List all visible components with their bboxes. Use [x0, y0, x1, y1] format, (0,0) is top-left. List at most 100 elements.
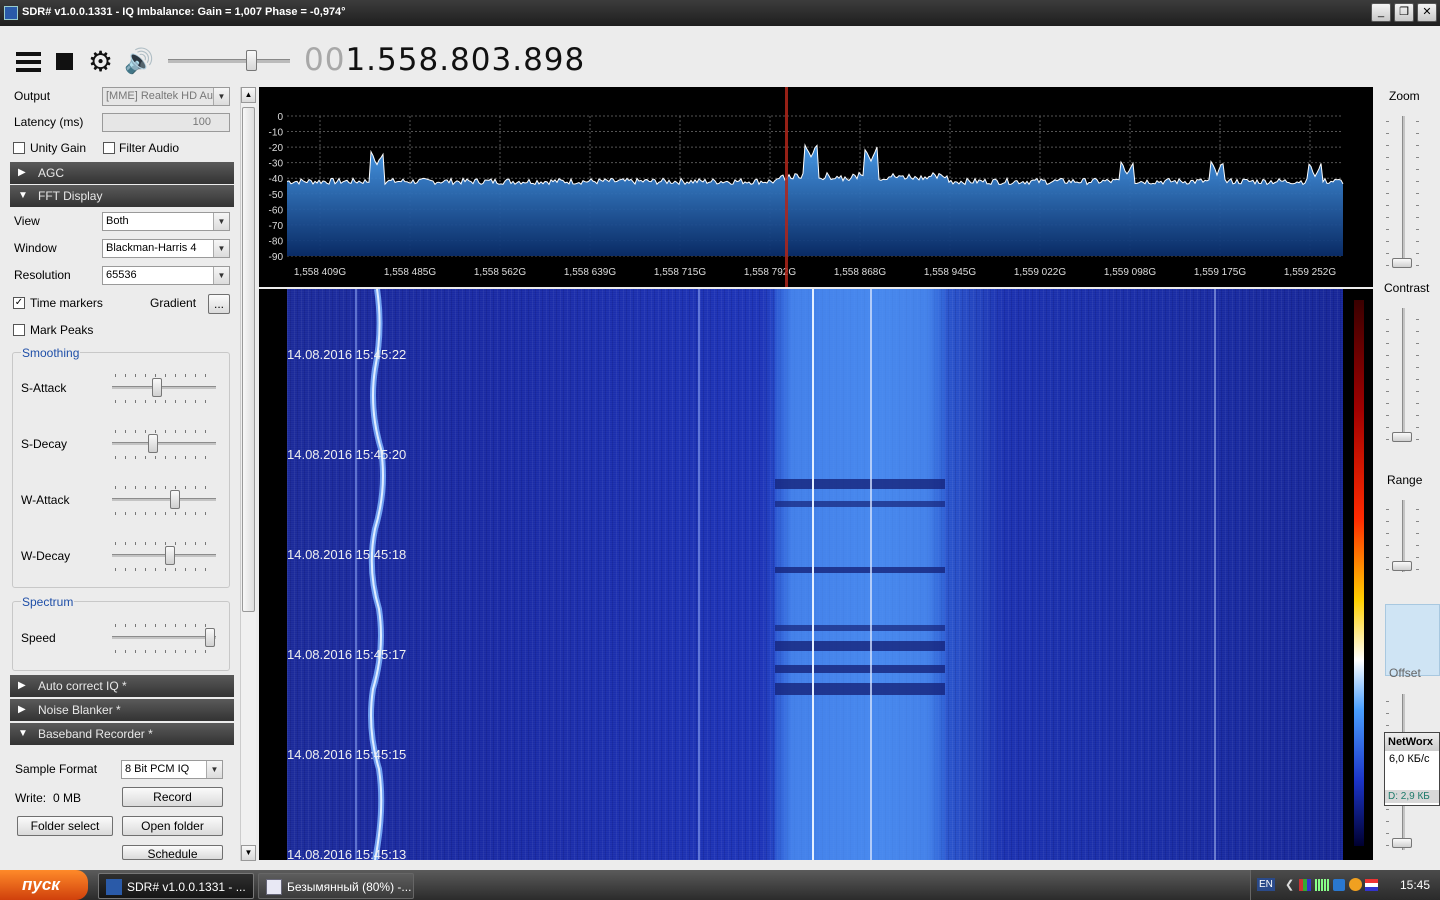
collapse-arrow-icon: ▼: [18, 728, 28, 739]
spectrum-freq-label: 1,558 485G: [384, 267, 436, 278]
spectrum-freq-label: 1,558 562G: [474, 267, 526, 278]
restore-button[interactable]: ❐: [1394, 3, 1414, 22]
gear-icon[interactable]: ⚙: [88, 48, 113, 76]
w-decay-slider[interactable]: [164, 546, 175, 565]
mark-peaks-label: Mark Peaks: [30, 323, 94, 337]
view-value: Both: [106, 215, 129, 227]
window-select[interactable]: Blackman-Harris 4 ▼: [102, 239, 230, 258]
app-icon: [4, 6, 18, 20]
window-label: Window: [14, 241, 57, 255]
w-attack-slider[interactable]: [169, 490, 180, 509]
w-decay-label: W-Decay: [21, 549, 71, 563]
network-icon[interactable]: [1333, 879, 1345, 891]
tray-expand-icon[interactable]: ❮: [1285, 878, 1294, 891]
title-bar: SDR# v1.0.0.1331 - IQ Imbalance: Gain = …: [0, 0, 1440, 26]
zoom-slider[interactable]: [1392, 258, 1412, 268]
volume-slider-thumb[interactable]: [246, 50, 258, 71]
taskbar-item-sdr[interactable]: SDR# v1.0.0.1331 - ...: [98, 873, 254, 899]
latency-input[interactable]: 100: [102, 113, 230, 132]
flag-icon[interactable]: [1365, 879, 1378, 891]
spectrum-freq-label: 1,559 175G: [1194, 267, 1246, 278]
range-slider[interactable]: [1392, 561, 1412, 571]
speed-slider[interactable]: [205, 628, 216, 647]
spectrum-fill: [287, 145, 1343, 256]
section-auto-correct-iq-label: Auto correct IQ *: [38, 679, 127, 693]
contrast-track[interactable]: [1402, 308, 1405, 442]
record-button[interactable]: Record: [122, 787, 223, 807]
section-fft-display[interactable]: ▼ FFT Display: [10, 185, 234, 207]
mark-peaks-checkbox[interactable]: [13, 324, 25, 336]
unity-gain-checkbox[interactable]: [13, 142, 25, 154]
scroll-thumb[interactable]: [242, 107, 255, 612]
frequency-display[interactable]: 001.558.803.898: [304, 42, 585, 78]
zoom-ticks: [1416, 118, 1419, 266]
speaker-icon[interactable]: 🔊: [124, 48, 154, 76]
sample-format-label: Sample Format: [15, 762, 98, 776]
s-decay-track[interactable]: [112, 442, 216, 445]
time-markers-checkbox[interactable]: ✓: [13, 297, 25, 309]
spectrum-analyzer[interactable]: 0 -10 -20 -30 -40 -50 -60 -70 -80 -90 1,558 409G 1,…: [259, 87, 1373, 287]
schedule-button[interactable]: Schedule: [122, 845, 223, 860]
section-agc[interactable]: ▶ AGC: [10, 162, 234, 184]
taskbar-item-paint[interactable]: Безымянный (80%) -...: [258, 873, 414, 899]
scroll-down-icon[interactable]: ▼: [241, 845, 256, 861]
s-attack-ticks: [115, 400, 215, 403]
sample-format-select[interactable]: 8 Bit PCM IQ ▼: [121, 760, 223, 779]
waterfall-timestamp: 14.08.2016 15:45:18: [287, 547, 407, 562]
zoom-track[interactable]: [1402, 116, 1405, 268]
s-attack-slider[interactable]: [152, 378, 163, 397]
range-ticks: [1416, 502, 1419, 570]
speed-ticks: [115, 624, 215, 627]
output-select[interactable]: [MME] Realtek HD Au ▼: [102, 87, 230, 106]
waterfall-display[interactable]: 14.08.2016 15:45:22 14.08.2016 15:45:20 …: [259, 289, 1373, 862]
unity-gain-label: Unity Gain: [30, 141, 87, 155]
networx-widget[interactable]: NetWorx 6,0 КБ/с D: 2,9 КБ: [1384, 732, 1440, 806]
section-baseband-recorder[interactable]: ▼ Baseband Recorder *: [10, 723, 234, 745]
section-noise-blanker[interactable]: ▶ Noise Blanker *: [10, 699, 234, 721]
resolution-label: Resolution: [14, 268, 71, 282]
view-select[interactable]: Both ▼: [102, 212, 230, 231]
signal-icon[interactable]: [1315, 879, 1329, 891]
spectrum-freq-label: 1,558 792G: [744, 267, 796, 278]
volume-slider-track[interactable]: [168, 59, 290, 63]
scroll-up-icon[interactable]: ▲: [241, 87, 256, 103]
w-attack-track[interactable]: [112, 498, 216, 501]
filter-audio-checkbox[interactable]: [103, 142, 115, 154]
range-ticks: [1386, 502, 1389, 570]
output-label: Output: [14, 89, 51, 103]
spectrum-db-label: -50: [269, 190, 284, 201]
s-attack-ticks: [115, 374, 215, 377]
spectrum-db-label: -40: [269, 174, 284, 185]
folder-select-button[interactable]: Folder select: [17, 816, 113, 836]
start-button[interactable]: пуск: [0, 870, 88, 900]
gradient-button[interactable]: ...: [208, 294, 230, 314]
stop-icon[interactable]: [56, 53, 73, 70]
s-decay-ticks: [115, 456, 215, 459]
spectrum-db-label: -20: [269, 143, 284, 154]
networx-rate: 6,0 КБ/с: [1389, 753, 1430, 765]
signal-gap: [775, 683, 945, 695]
update-icon[interactable]: [1349, 878, 1362, 891]
minimize-button[interactable]: _: [1371, 3, 1391, 22]
left-panel-scrollbar[interactable]: ▲ ▼: [240, 87, 256, 861]
s-decay-slider[interactable]: [148, 434, 159, 453]
range-label: Range: [1387, 473, 1423, 487]
waterfall-canvas[interactable]: [287, 289, 1343, 860]
contrast-slider[interactable]: [1392, 432, 1412, 442]
menu-icon[interactable]: [16, 52, 41, 72]
signal-band: [775, 289, 945, 860]
resolution-select[interactable]: 65536 ▼: [102, 266, 230, 285]
offset-slider[interactable]: [1392, 838, 1412, 848]
expand-arrow-icon: ▶: [18, 704, 26, 715]
language-indicator[interactable]: EN: [1257, 878, 1275, 891]
spectrum-title: Spectrum: [21, 595, 75, 609]
taskbar-item-sdr-label: SDR# v1.0.0.1331 - ...: [127, 880, 246, 894]
s-attack-track[interactable]: [112, 386, 216, 389]
section-auto-correct-iq[interactable]: ▶ Auto correct IQ *: [10, 675, 234, 697]
w-attack-label: W-Attack: [21, 493, 70, 507]
open-folder-button[interactable]: Open folder: [122, 816, 223, 836]
speed-track[interactable]: [112, 636, 216, 639]
zoom-label: Zoom: [1389, 89, 1420, 103]
tray-app-icon[interactable]: [1299, 879, 1311, 891]
close-button[interactable]: ✕: [1417, 3, 1437, 22]
